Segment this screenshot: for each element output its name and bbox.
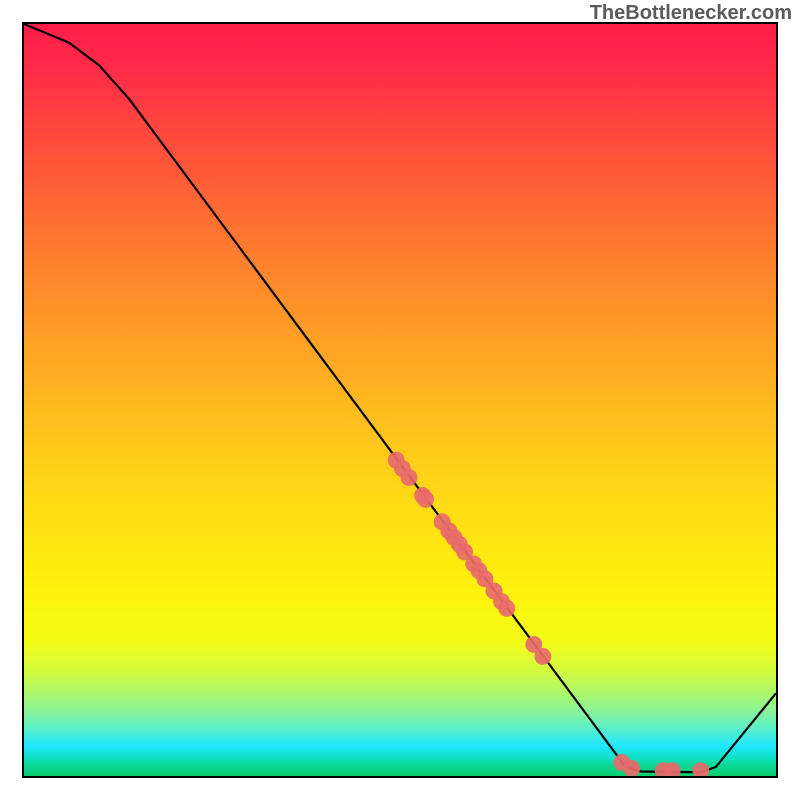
scatter-point (692, 762, 709, 776)
scatter-point (417, 491, 434, 508)
scatter-point (401, 469, 418, 486)
scatter-points (388, 452, 709, 776)
scatter-point (534, 648, 551, 665)
attribution-text: TheBottlenecker.com (590, 2, 792, 25)
bottleneck-curve (24, 24, 776, 772)
plot-area (22, 22, 778, 778)
scatter-point (498, 600, 515, 617)
chart-container: TheBottlenecker.com (0, 0, 800, 800)
chart-overlay (24, 24, 776, 776)
